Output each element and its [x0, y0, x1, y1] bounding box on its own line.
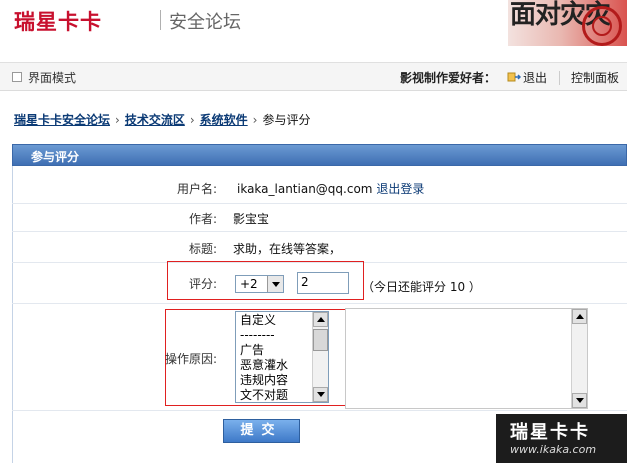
reason-textarea[interactable]	[345, 308, 588, 409]
watermark: 瑞星卡卡 www.ikaka.com	[496, 414, 627, 463]
row-divider	[12, 410, 627, 411]
score-select[interactable]: +2	[235, 275, 284, 293]
breadcrumb-current: 参与评分	[262, 113, 311, 127]
top-bar: 界面模式 影视制作爱好者： 退出 控制面板	[0, 62, 627, 91]
author-value: 影宝宝	[233, 212, 270, 226]
subject-label: 标题:	[188, 242, 217, 256]
scroll-up-icon[interactable]	[313, 312, 328, 327]
scroll-down-icon[interactable]	[313, 387, 328, 402]
submit-button[interactable]: 提交	[223, 419, 300, 443]
breadcrumb-separator: ›	[115, 113, 120, 127]
topbar-divider	[559, 71, 560, 85]
breadcrumb-separator: ›	[252, 113, 258, 127]
watermark-title: 瑞星卡卡	[510, 422, 590, 443]
logout-link[interactable]: 退出	[523, 69, 547, 86]
mode-checkbox-icon[interactable]	[12, 72, 22, 82]
row-divider	[12, 231, 627, 232]
logout-login-link[interactable]: 退出登录	[376, 182, 424, 196]
scroll-up-icon[interactable]	[572, 309, 587, 324]
interface-mode-link[interactable]: 界面模式	[28, 69, 76, 86]
score-label: 评分:	[188, 277, 217, 291]
breadcrumb: 瑞星卡卡安全论坛 › 技术交流区 › 系统软件 › 参与评分	[14, 111, 311, 128]
logo-divider	[160, 10, 161, 30]
username-value: ikaka_lantian@qq.com 退出登录	[237, 180, 424, 197]
watermark-url: www.ikaka.com	[510, 443, 597, 456]
reason-textarea-scrollbar[interactable]	[571, 309, 587, 408]
breadcrumb-tech-area[interactable]: 技术交流区	[125, 113, 185, 127]
reason-option[interactable]: --------	[240, 328, 275, 343]
breadcrumb-separator: ›	[189, 113, 195, 127]
score-input[interactable]: 2	[297, 272, 349, 294]
reason-option[interactable]: 文不对题	[240, 388, 288, 402]
target-ring-inner-icon	[592, 16, 612, 36]
control-panel-link[interactable]: 控制面板	[571, 69, 619, 86]
reason-label: 操作原因:	[164, 352, 217, 366]
scroll-down-icon[interactable]	[572, 393, 587, 408]
logout-icon[interactable]	[507, 71, 521, 83]
reason-option[interactable]: 自定义	[240, 313, 276, 328]
reason-list-scrollbar[interactable]	[312, 312, 328, 402]
username-label: 影视制作爱好者：	[400, 71, 497, 85]
row-divider	[12, 303, 627, 304]
scroll-thumb[interactable]	[313, 329, 328, 351]
score-remaining: （今日还能评分 10 ）	[362, 280, 481, 294]
reason-option[interactable]: 广告	[240, 343, 264, 358]
panel-header: 参与评分	[12, 144, 627, 166]
row-divider	[12, 203, 627, 204]
username-field-label: 用户名:	[176, 182, 217, 196]
breadcrumb-system-software[interactable]: 系统软件	[200, 113, 248, 127]
site-logo[interactable]: 瑞星卡卡	[14, 6, 102, 36]
subject-value: 求助，在线等答案，	[233, 242, 342, 256]
username-text: ikaka_lantian@qq.com	[237, 182, 373, 196]
score-select-value: +2	[240, 277, 258, 291]
breadcrumb-forum-home[interactable]: 瑞星卡卡安全论坛	[14, 113, 110, 127]
reason-listbox[interactable]: 自定义 -------- 广告 恶意灌水 违规内容 文不对题	[235, 311, 329, 403]
forum-name: 安全论坛	[169, 12, 241, 33]
chevron-down-icon[interactable]	[267, 276, 283, 292]
reason-option[interactable]: 恶意灌水	[240, 358, 288, 373]
author-label: 作者:	[188, 212, 217, 226]
banner-ad[interactable]: 面对灾灾	[508, 0, 627, 46]
reason-option[interactable]: 违规内容	[240, 373, 288, 388]
panel-title: 参与评分	[31, 150, 80, 164]
